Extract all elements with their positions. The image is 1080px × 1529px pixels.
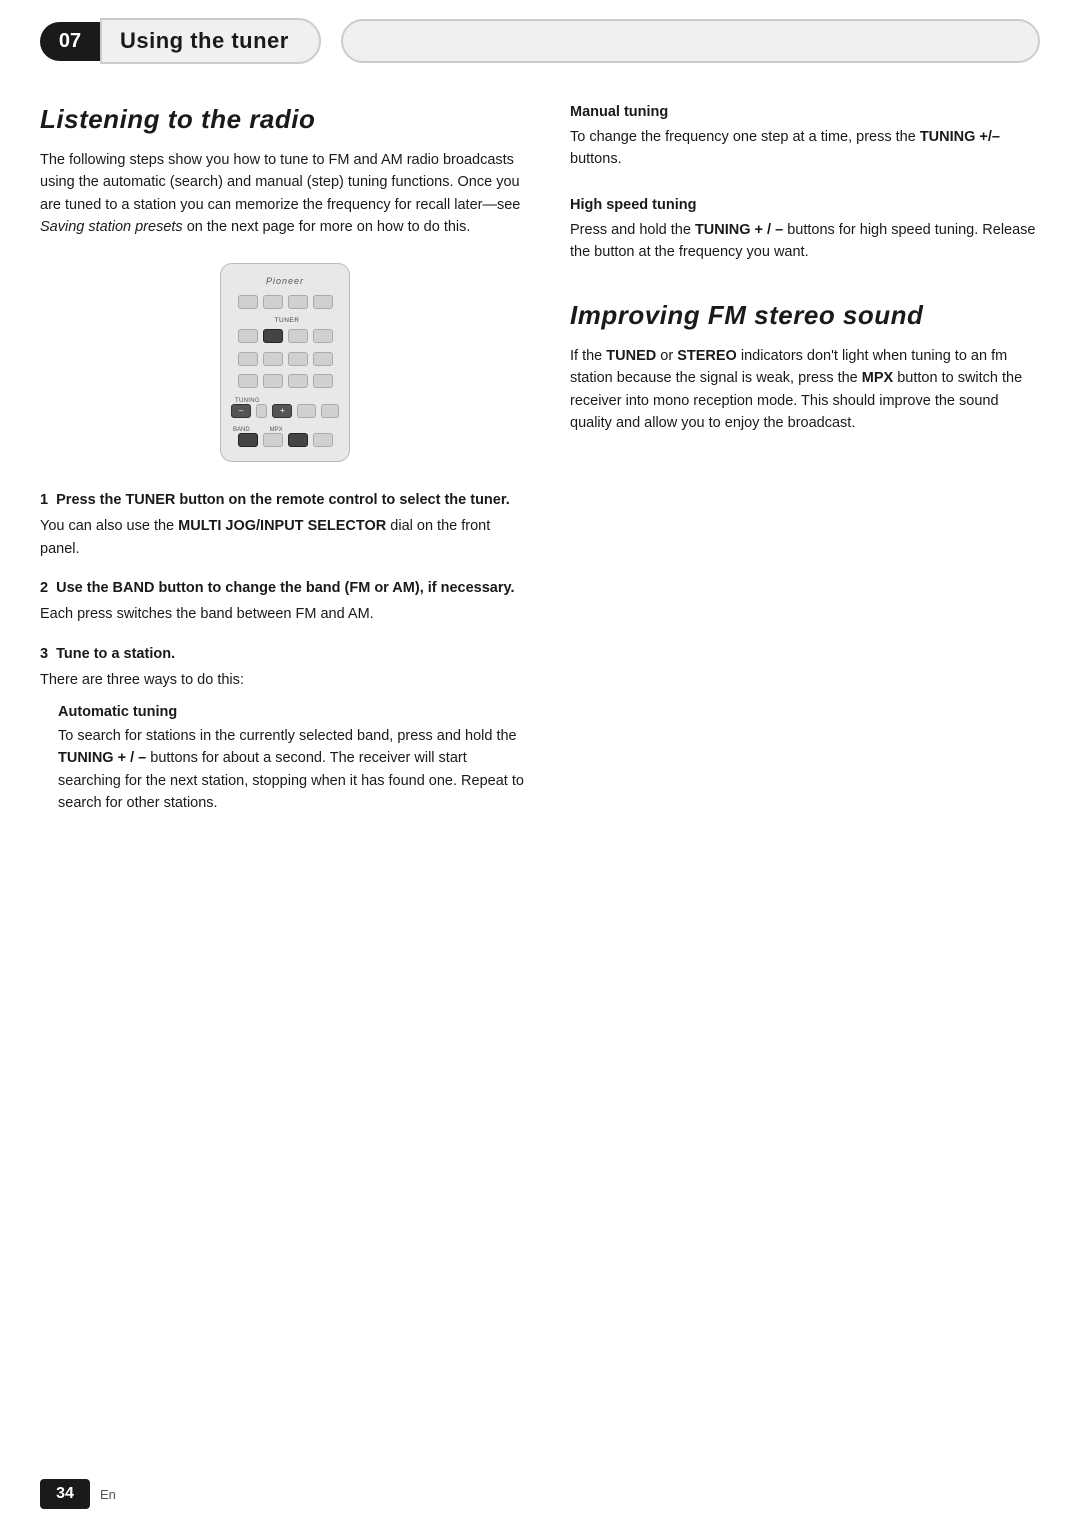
page-footer: 34 En <box>0 1479 1080 1509</box>
step-1: 1 Press the TUNER button on the remote c… <box>40 490 530 560</box>
page-header: 07 Using the tuner <box>0 0 1080 64</box>
remote-btn <box>288 295 308 309</box>
step-1-heading: 1 Press the TUNER button on the remote c… <box>40 490 530 510</box>
remote-btn-band <box>238 433 258 447</box>
header-right-decoration <box>341 19 1040 63</box>
remote-btn <box>256 404 267 418</box>
remote-btn <box>297 404 315 418</box>
step-1-body: You can also use the MULTI JOG/INPUT SEL… <box>40 515 530 560</box>
remote-btn <box>263 295 283 309</box>
step-3-body: There are three ways to do this: <box>40 669 530 691</box>
remote-row-tuner <box>231 329 339 343</box>
remote-brand-label: Pioneer <box>266 276 304 286</box>
remote-device-illustration: Pioneer TUNER <box>220 263 350 462</box>
step-2: 2 Use the BAND button to change the band… <box>40 578 530 626</box>
remote-image: Pioneer TUNER <box>40 263 530 462</box>
manual-tuning-section: Manual tuning To change the frequency on… <box>570 104 1040 171</box>
manual-tuning-body: To change the frequency one step at a ti… <box>570 126 1040 171</box>
step-num-3: 3 <box>40 646 48 662</box>
remote-btn <box>313 433 333 447</box>
remote-row-tuning: – + <box>231 404 339 418</box>
main-content: Listening to the radio The following ste… <box>0 64 1080 873</box>
remote-btn <box>238 352 258 366</box>
remote-btn <box>263 433 283 447</box>
remote-btn <box>313 352 333 366</box>
remote-btn <box>313 329 333 343</box>
step-2-body: Each press switches the band between FM … <box>40 603 530 625</box>
chapter-number: 07 <box>40 22 100 61</box>
listening-section-heading: Listening to the radio <box>40 104 530 135</box>
automatic-tuning-section: Automatic tuning To search for stations … <box>58 704 530 815</box>
remote-row-3 <box>231 352 339 366</box>
intro-paragraph: The following steps show you how to tune… <box>40 149 530 239</box>
footer-language: En <box>100 1487 116 1502</box>
step-2-heading: 2 Use the BAND button to change the band… <box>40 578 530 598</box>
remote-btn <box>288 352 308 366</box>
remote-row-band <box>231 433 339 447</box>
remote-btn <box>313 374 333 388</box>
remote-btn <box>263 352 283 366</box>
improving-fm-heading: Improving FM stereo sound <box>570 300 1040 331</box>
high-speed-tuning-body: Press and hold the TUNING + / – buttons … <box>570 219 1040 264</box>
remote-btn <box>288 374 308 388</box>
remote-btn-minus: – <box>231 404 251 418</box>
remote-btn <box>238 329 258 343</box>
page-number: 34 <box>40 1479 90 1509</box>
step-num-2: 2 <box>40 580 48 596</box>
high-speed-tuning-section: High speed tuning Press and hold the TUN… <box>570 197 1040 264</box>
remote-row-4 <box>231 374 339 388</box>
remote-btn <box>263 374 283 388</box>
manual-tuning-heading: Manual tuning <box>570 104 1040 120</box>
remote-btn-mpx <box>288 433 308 447</box>
automatic-tuning-heading: Automatic tuning <box>58 704 530 720</box>
high-speed-tuning-heading: High speed tuning <box>570 197 1040 213</box>
step-3: 3 Tune to a station. There are three way… <box>40 644 530 815</box>
remote-btn-dark <box>263 329 283 343</box>
improving-fm-section: Improving FM stereo sound If the TUNED o… <box>570 300 1040 435</box>
automatic-tuning-body: To search for stations in the currently … <box>58 725 530 815</box>
improving-fm-body: If the TUNED or STEREO indicators don't … <box>570 345 1040 435</box>
remote-btn <box>238 374 258 388</box>
remote-btn <box>313 295 333 309</box>
step-num-1: 1 <box>40 492 48 508</box>
remote-btn <box>238 295 258 309</box>
remote-btn <box>288 329 308 343</box>
chapter-title: Using the tuner <box>100 18 321 64</box>
remote-btn <box>321 404 339 418</box>
step-3-heading: 3 Tune to a station. <box>40 644 530 664</box>
remote-row-1 <box>231 295 339 309</box>
tuner-label: TUNER <box>275 317 300 324</box>
remote-btn-plus: + <box>272 404 292 418</box>
right-column: Manual tuning To change the frequency on… <box>570 104 1040 833</box>
left-column: Listening to the radio The following ste… <box>40 104 530 833</box>
